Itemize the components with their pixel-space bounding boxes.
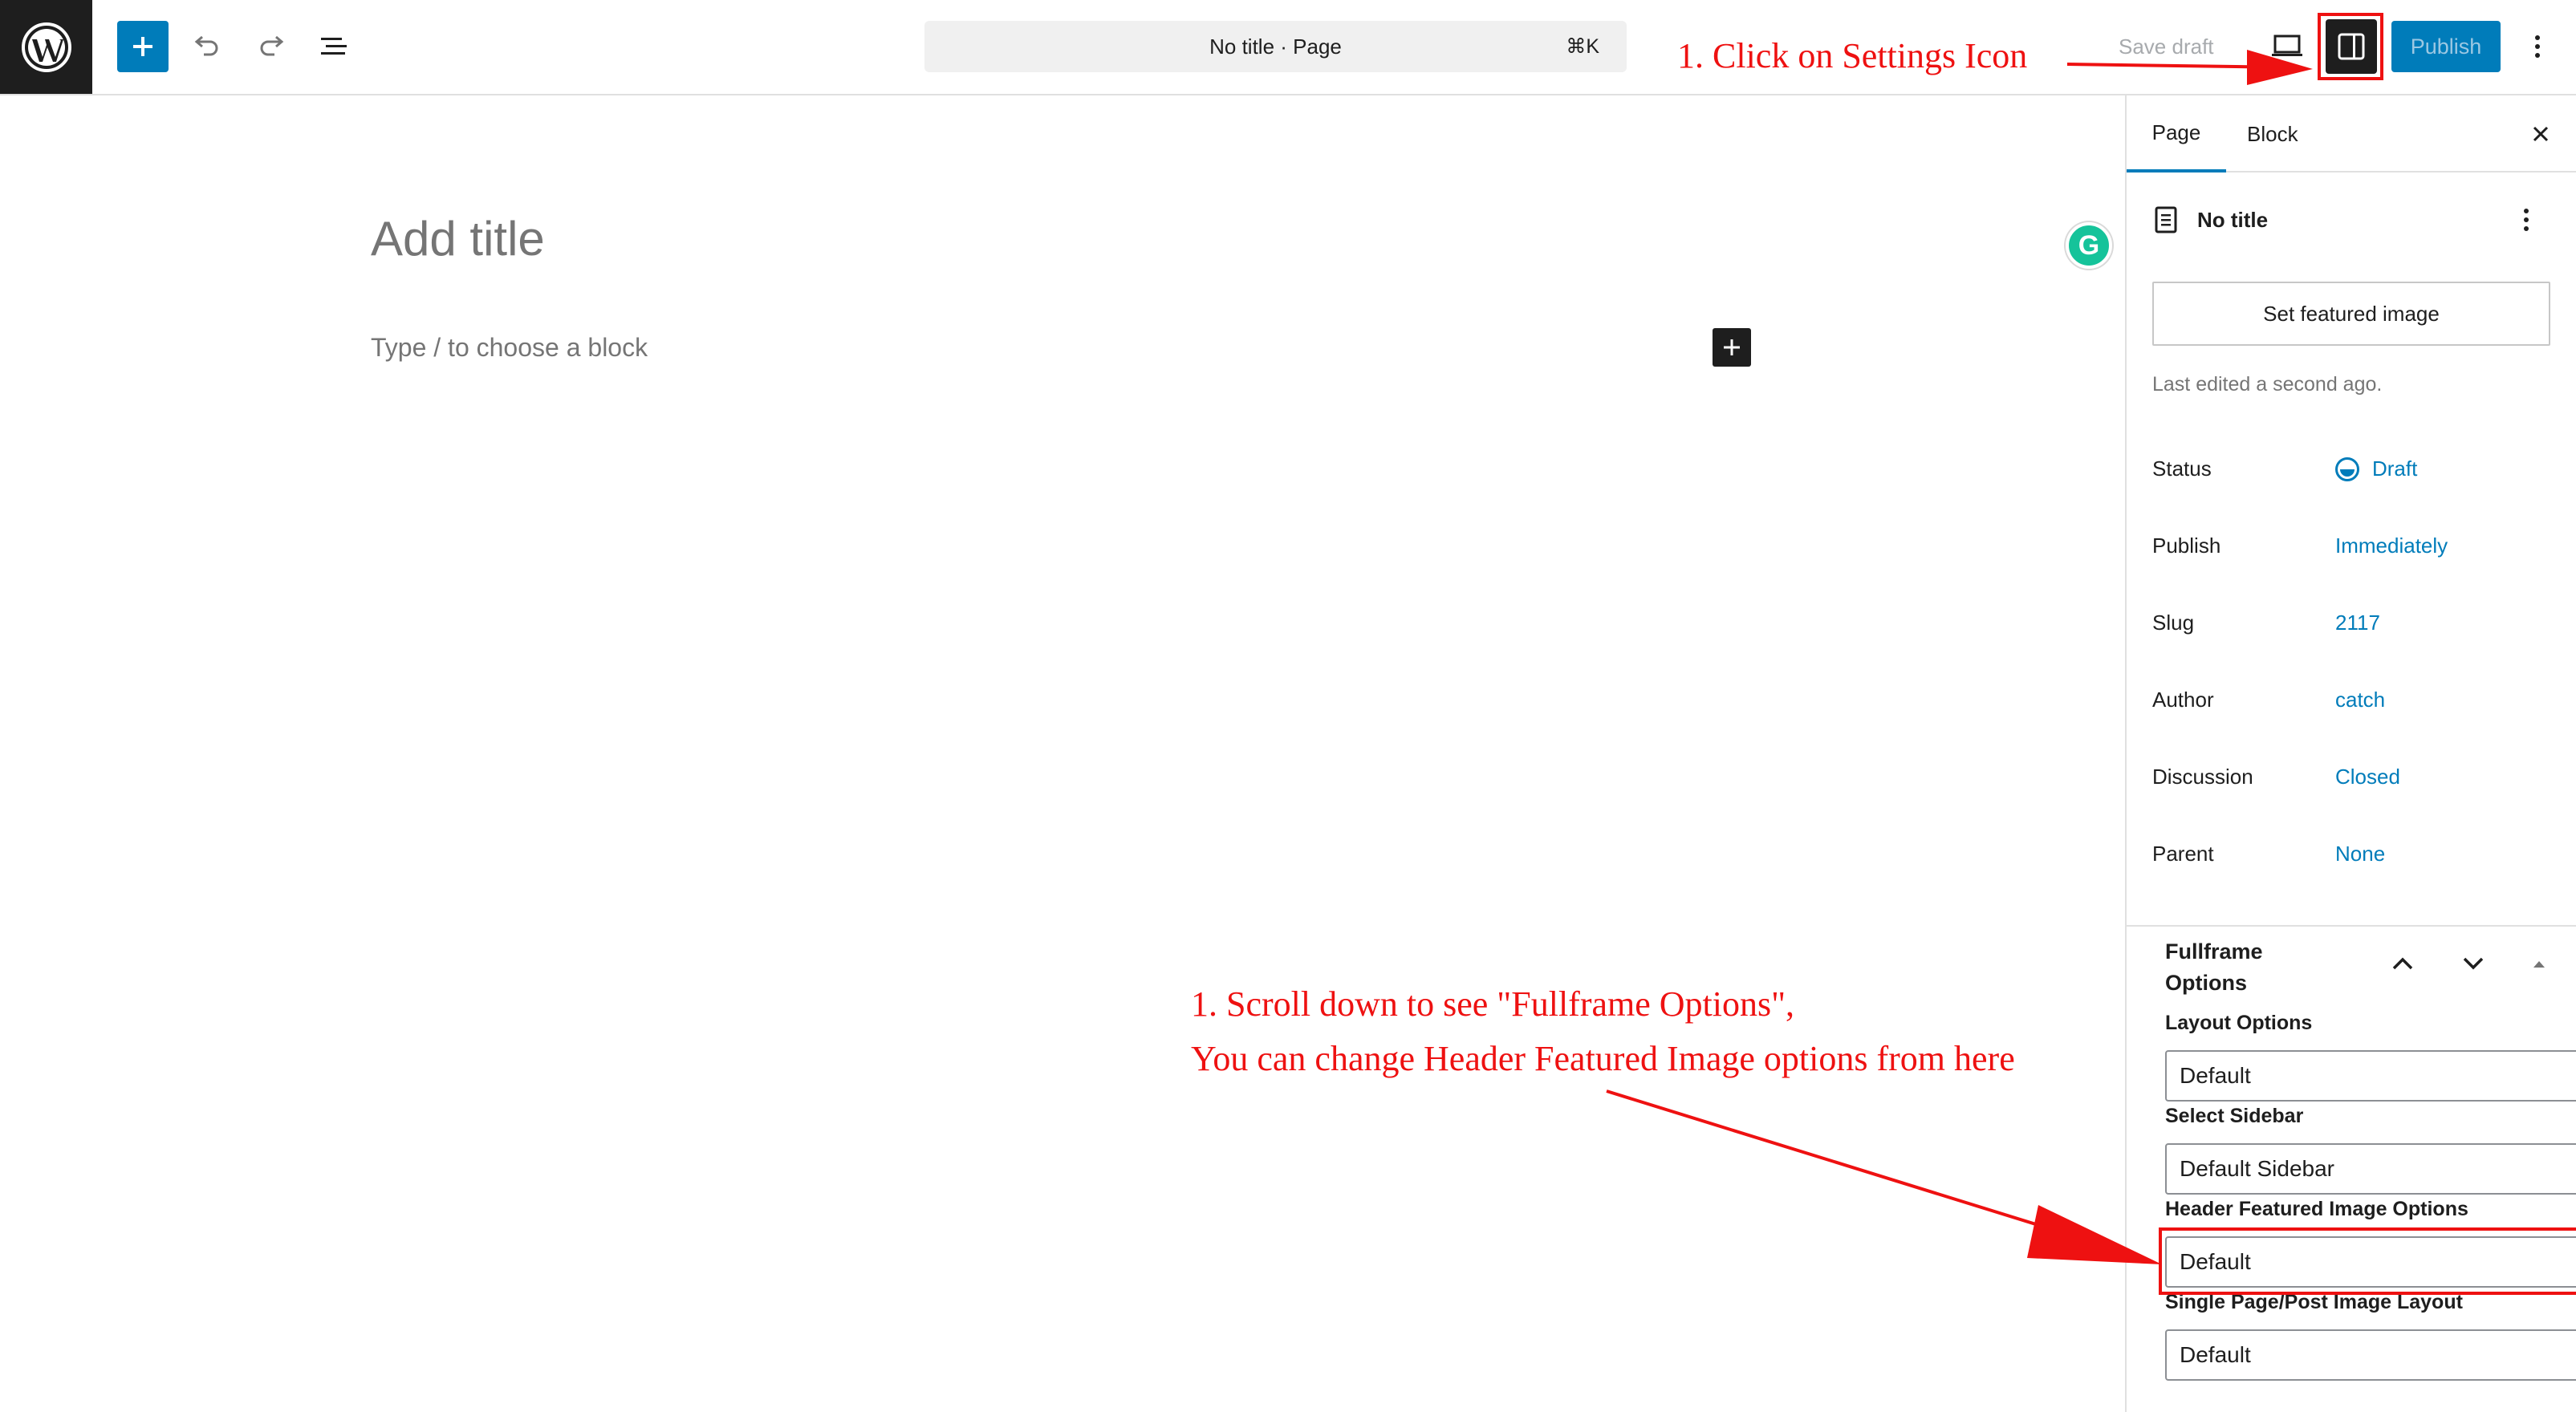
close-sidebar-button[interactable] xyxy=(2520,113,2562,155)
fullframe-options-title: Fullframe Options xyxy=(2165,939,2263,995)
meta-label: Slug xyxy=(2152,611,2195,635)
meta-label: Discussion xyxy=(2152,765,2253,789)
plus-icon xyxy=(133,37,152,56)
chevron-up-icon xyxy=(2392,957,2413,970)
document-overview-button[interactable] xyxy=(310,21,361,72)
header-featured-image-label: Header Featured Image Options xyxy=(2165,1198,2468,1220)
document-summary: No title xyxy=(2154,198,2555,241)
select-sidebar-label: Select Sidebar xyxy=(2165,1105,2304,1127)
layout-options-select[interactable]: Default xyxy=(2165,1050,2576,1102)
more-vertical-icon xyxy=(2535,35,2540,58)
meta-row-author: Author catch xyxy=(2152,684,2554,716)
publish-button[interactable]: Publish xyxy=(2391,21,2501,72)
set-featured-image-button[interactable]: Set featured image xyxy=(2152,282,2550,346)
plus-icon xyxy=(1724,339,1740,355)
document-title: No title xyxy=(2197,207,2269,232)
settings-hint-annotation: 1. Click on Settings Icon xyxy=(1677,36,2028,75)
desktop-icon xyxy=(2272,34,2302,56)
author-button[interactable]: catch xyxy=(2335,688,2385,712)
draft-status-icon xyxy=(2335,456,2359,481)
single-page-image-layout-select[interactable]: Default xyxy=(2165,1329,2576,1381)
layout-options-label: Layout Options xyxy=(2165,1012,2313,1034)
settings-highlight-box xyxy=(2318,13,2383,80)
redo-icon xyxy=(260,35,284,56)
document-actions-button[interactable] xyxy=(2510,200,2542,240)
settings-sidebar: Page Block No title Set featured image L… xyxy=(2125,95,2576,1412)
status-value-button[interactable]: Draft xyxy=(2335,456,2417,481)
meta-label: Parent xyxy=(2152,842,2214,866)
block-inserter-button[interactable] xyxy=(117,21,169,72)
command-palette-bar[interactable]: No title · Page ⌘K xyxy=(924,21,1627,72)
meta-row-parent: Parent None xyxy=(2152,838,2554,870)
select-sidebar-select[interactable]: Default Sidebar xyxy=(2165,1143,2576,1195)
wordpress-logo-button[interactable] xyxy=(0,0,92,94)
chevron-down-icon xyxy=(2463,957,2484,970)
editor-canvas: Add title Type / to choose a block G xyxy=(0,95,2125,1412)
last-edited-text: Last edited a second ago. xyxy=(2152,373,2383,396)
undo-icon xyxy=(194,35,218,56)
header-image-highlight-box xyxy=(2159,1227,2576,1295)
select-value: Default xyxy=(2180,1342,2251,1367)
inline-block-inserter-button[interactable] xyxy=(1713,328,1751,367)
meta-row-status: Status Draft xyxy=(2152,453,2554,485)
meta-label: Status xyxy=(2152,456,2212,481)
close-icon xyxy=(2533,126,2549,142)
wordpress-icon xyxy=(21,22,71,72)
more-vertical-icon xyxy=(2524,209,2529,231)
scroll-hint-annotation-line2: You can change Header Featured Image opt… xyxy=(1191,1039,2015,1078)
caret-up-icon xyxy=(2533,961,2545,968)
meta-row-discussion: Discussion Closed xyxy=(2152,761,2554,793)
undo-button[interactable] xyxy=(181,21,233,72)
select-value: Default Sidebar xyxy=(2180,1156,2335,1181)
publish-date-button[interactable]: Immediately xyxy=(2335,534,2448,558)
collapse-panel-button[interactable] xyxy=(2518,944,2560,983)
panel-divider xyxy=(2127,925,2576,927)
redo-button[interactable] xyxy=(246,21,297,72)
meta-value-text: Draft xyxy=(2372,456,2418,481)
meta-row-publish: Publish Immediately xyxy=(2152,530,2554,562)
discussion-button[interactable]: Closed xyxy=(2335,765,2400,789)
preview-button[interactable] xyxy=(2261,21,2313,72)
save-draft-button[interactable]: Save draft xyxy=(2119,21,2214,72)
options-menu-button[interactable] xyxy=(2512,21,2563,72)
slug-button[interactable]: 2117 xyxy=(2335,611,2380,635)
block-appender[interactable]: Type / to choose a block xyxy=(371,333,648,363)
post-title-input[interactable]: Add title xyxy=(371,211,545,266)
page-icon xyxy=(2155,206,2177,233)
document-title-label: No title · Page xyxy=(1209,34,1342,59)
select-value: Default xyxy=(2180,1063,2251,1088)
move-up-button[interactable] xyxy=(2382,944,2424,983)
scroll-hint-annotation-line1: 1. Scroll down to see "Fullframe Options… xyxy=(1191,984,1795,1024)
parent-button[interactable]: None xyxy=(2335,842,2385,866)
meta-label: Author xyxy=(2152,688,2214,712)
meta-row-slug: Slug 2117 xyxy=(2152,607,2554,639)
sidebar-tabs: Page Block xyxy=(2127,95,2576,172)
tab-block[interactable]: Block xyxy=(2247,95,2298,172)
tab-page[interactable]: Page xyxy=(2127,95,2226,172)
meta-label: Publish xyxy=(2152,534,2221,558)
list-view-icon xyxy=(321,38,347,55)
shortcut-hint: ⌘K xyxy=(1566,35,1599,58)
move-down-button[interactable] xyxy=(2452,944,2494,983)
editor-header: No title · Page ⌘K Save draft Publish xyxy=(0,0,2576,95)
grammarly-icon[interactable]: G xyxy=(2066,222,2112,269)
